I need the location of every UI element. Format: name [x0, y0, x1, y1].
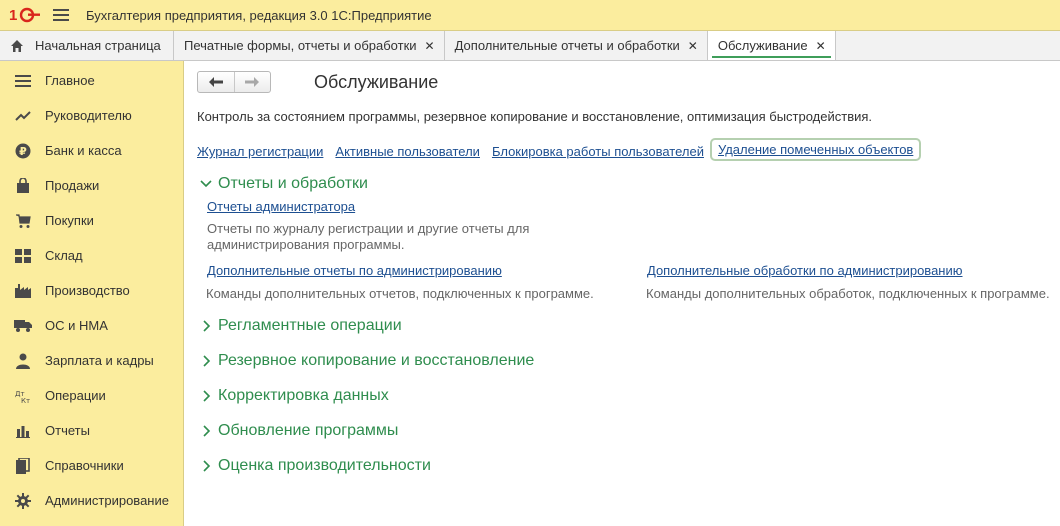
- link-delete-marked[interactable]: Удаление помеченных объектов: [709, 138, 922, 161]
- tab-label: Обслуживание: [717, 38, 808, 53]
- sidebar-item-sales[interactable]: Продажи: [0, 168, 183, 203]
- trend-icon: [14, 107, 32, 125]
- sidebar-item-salary[interactable]: Зарплата и кадры: [0, 343, 183, 378]
- sidebar-item-label: Производство: [45, 283, 130, 298]
- section-title: Обновление программы: [218, 422, 399, 439]
- window-title: Бухгалтерия предприятия, редакция 3.0 1С…: [86, 7, 432, 23]
- ruble-icon: ₽: [14, 142, 32, 160]
- chevron-down-icon: [200, 180, 212, 188]
- menu-lines-icon: [14, 72, 32, 90]
- sidebar-item-label: Покупки: [45, 213, 94, 228]
- bag-icon: [14, 177, 32, 195]
- chevron-right-icon: [203, 425, 211, 437]
- section-program-update[interactable]: Обновление программы: [199, 422, 398, 440]
- page-description: Контроль за состоянием программы, резерв…: [197, 109, 873, 124]
- section-reports-processing[interactable]: Отчеты и обработки: [199, 175, 368, 193]
- bar-chart-icon: [14, 422, 32, 440]
- section-backup-restore[interactable]: Резервное копирование и восстановление: [199, 352, 534, 370]
- tabs-bar: Начальная страница Печатные формы, отчет…: [0, 31, 1060, 61]
- 1c-logo[interactable]: 1: [9, 6, 41, 24]
- section-title: Оценка производительности: [218, 457, 431, 474]
- section-title: Регламентные операции: [218, 317, 402, 334]
- section-data-correction[interactable]: Корректировка данных: [199, 387, 389, 405]
- home-icon: [11, 39, 23, 52]
- svg-text:Кт: Кт: [21, 397, 30, 404]
- chevron-right-icon: [203, 390, 211, 402]
- tab-label: Печатные формы, отчеты и обработки: [184, 38, 417, 53]
- sidebar-item-bank[interactable]: ₽ Банк и касса: [0, 133, 183, 168]
- factory-icon: [14, 282, 32, 300]
- link-additional-admin-reports[interactable]: Дополнительные отчеты по администрирован…: [207, 263, 502, 278]
- warehouse-icon: [14, 247, 32, 265]
- dt-kt-icon: Дт Кт: [14, 387, 32, 405]
- sidebar-item-label: Банк и касса: [45, 143, 122, 158]
- sidebar-item-production[interactable]: Производство: [0, 273, 183, 308]
- sidebar-item-label: Склад: [45, 248, 83, 263]
- section-performance[interactable]: Оценка производительности: [199, 457, 431, 475]
- close-icon[interactable]: ✕: [816, 39, 826, 53]
- person-icon: [14, 352, 32, 370]
- top-links: Журнал регистрации Активные пользователи…: [197, 138, 933, 161]
- sidebar-item-catalogs[interactable]: Справочники: [0, 448, 183, 483]
- sidebar-item-manager[interactable]: Руководителю: [0, 98, 183, 133]
- title-bar: 1 Бухгалтерия предприятия, редакция 3.0 …: [0, 0, 1060, 31]
- truck-icon: [14, 317, 32, 335]
- additional-admin-processing-desc: Команды дополнительных обработок, подклю…: [646, 286, 1050, 301]
- chevron-right-icon: [203, 460, 211, 472]
- link-active-users[interactable]: Активные пользователи: [335, 144, 480, 159]
- arrow-right-icon: [245, 77, 260, 87]
- sidebar-item-main[interactable]: Главное: [0, 63, 183, 98]
- link-event-log[interactable]: Журнал регистрации: [197, 144, 323, 159]
- books-icon: [14, 457, 32, 475]
- svg-text:₽: ₽: [19, 145, 27, 158]
- sidebar-item-reports[interactable]: Отчеты: [0, 413, 183, 448]
- arrow-left-icon: [208, 77, 223, 87]
- back-button[interactable]: [198, 72, 234, 92]
- close-icon[interactable]: ✕: [688, 39, 698, 53]
- sidebar-item-label: Главное: [45, 73, 95, 88]
- chevron-right-icon: [203, 320, 211, 332]
- sidebar: Главное Руководителю ₽ Банк и касса Прод…: [0, 61, 184, 526]
- tab-additional-reports[interactable]: Дополнительные отчеты и обработки ✕: [445, 31, 708, 60]
- cart-icon: [14, 212, 32, 230]
- close-icon[interactable]: ✕: [425, 39, 435, 53]
- sidebar-item-label: Продажи: [45, 178, 100, 193]
- sidebar-item-label: Операции: [45, 388, 106, 403]
- nav-buttons: [197, 71, 271, 93]
- tab-home[interactable]: Начальная страница: [0, 31, 174, 60]
- tab-print-forms[interactable]: Печатные формы, отчеты и обработки ✕: [174, 31, 445, 60]
- sidebar-item-assets[interactable]: ОС и НМА: [0, 308, 183, 343]
- sidebar-item-label: Отчеты: [45, 423, 90, 438]
- link-admin-reports[interactable]: Отчеты администратора: [207, 199, 355, 214]
- svg-text:1: 1: [9, 7, 17, 24]
- link-block-users[interactable]: Блокировка работы пользователей: [492, 144, 704, 159]
- tab-maintenance[interactable]: Обслуживание ✕: [707, 31, 836, 60]
- link-additional-admin-processing[interactable]: Дополнительные обработки по администриро…: [647, 263, 963, 278]
- sidebar-item-label: Администрирование: [45, 493, 169, 508]
- forward-button[interactable]: [233, 72, 271, 92]
- section-scheduled-operations[interactable]: Регламентные операции: [199, 317, 402, 335]
- section-title: Резервное копирование и восстановление: [218, 352, 535, 369]
- tab-home-label: Начальная страница: [35, 38, 161, 53]
- sidebar-item-purchases[interactable]: Покупки: [0, 203, 183, 238]
- sidebar-item-operations[interactable]: Дт Кт Операции: [0, 378, 183, 413]
- additional-admin-reports-desc: Команды дополнительных отчетов, подключе…: [206, 286, 594, 301]
- section-title: Корректировка данных: [218, 387, 389, 404]
- gear-icon: [14, 492, 32, 510]
- sidebar-item-label: ОС и НМА: [45, 318, 108, 333]
- sidebar-item-label: Зарплата и кадры: [45, 353, 154, 368]
- main-content: Обслуживание Контроль за состоянием прог…: [185, 61, 1060, 526]
- section-title: Отчеты и обработки: [218, 175, 368, 192]
- sidebar-item-label: Справочники: [45, 458, 124, 473]
- chevron-right-icon: [203, 355, 211, 367]
- sidebar-item-label: Руководителю: [45, 108, 132, 123]
- tab-label: Дополнительные отчеты и обработки: [454, 38, 680, 53]
- sidebar-item-warehouse[interactable]: Склад: [0, 238, 183, 273]
- page-title: Обслуживание: [314, 72, 439, 92]
- menu-icon[interactable]: [53, 9, 69, 21]
- admin-reports-desc: Отчеты по журналу регистрации и другие о…: [207, 221, 530, 252]
- sidebar-item-administration[interactable]: Администрирование: [0, 483, 183, 518]
